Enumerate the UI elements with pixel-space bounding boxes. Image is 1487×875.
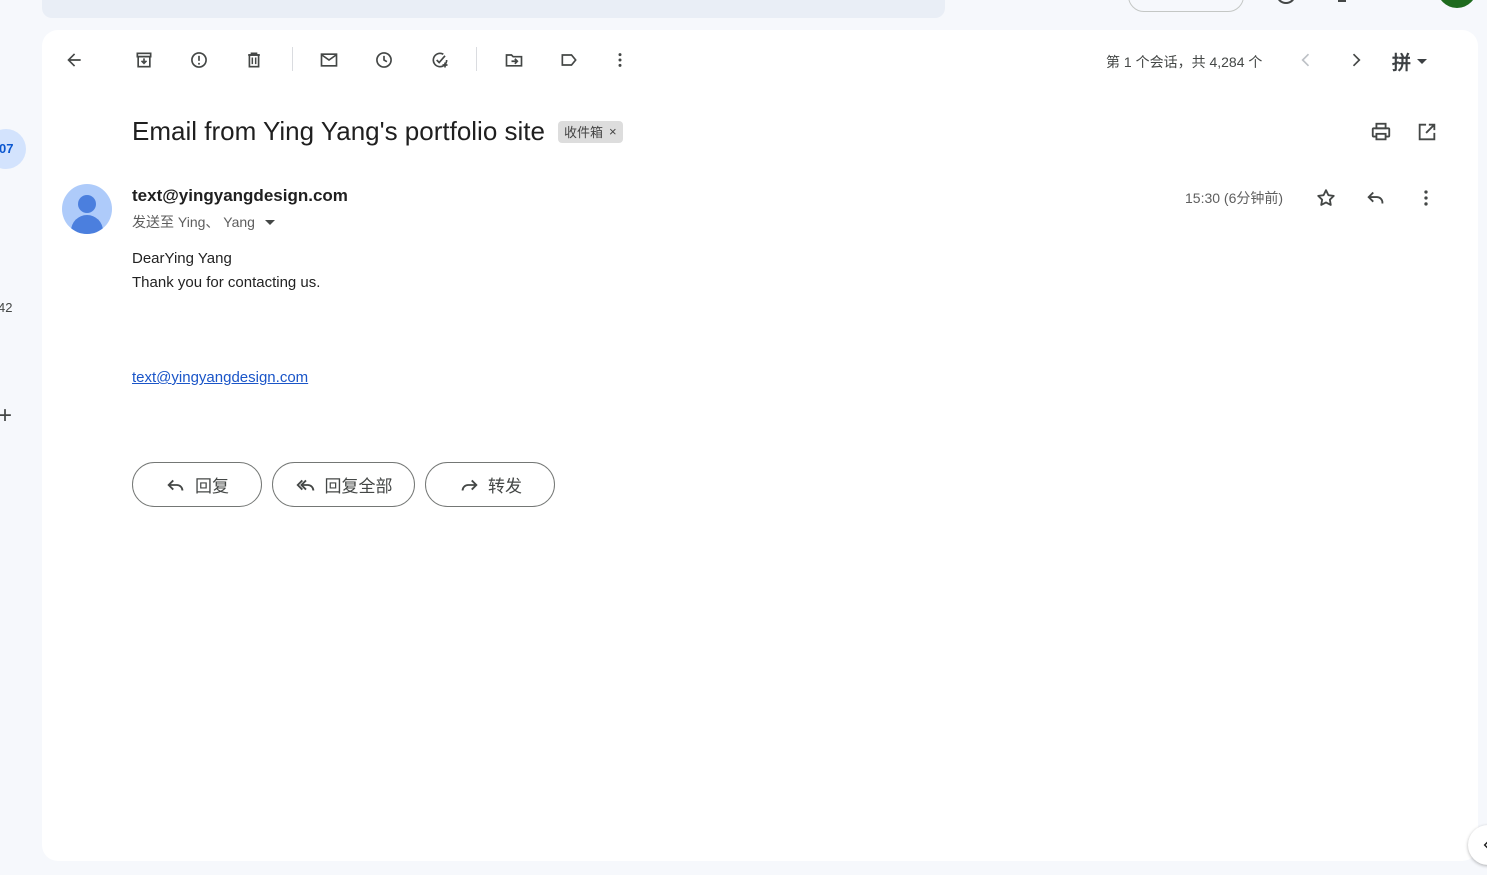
left-rail: 07 42 + (0, 0, 40, 875)
more-button[interactable] (600, 44, 640, 76)
message-more-button[interactable] (1412, 184, 1440, 212)
back-arrow-icon (67, 53, 81, 67)
archive-button[interactable] (124, 44, 164, 76)
more-vert-icon (1424, 190, 1428, 206)
star-button[interactable] (1312, 184, 1340, 212)
report-spam-icon (191, 52, 207, 68)
snooze-button[interactable] (364, 44, 404, 76)
avatar-head (78, 195, 96, 213)
search-bar[interactable] (42, 0, 945, 18)
rail-count: 42 (0, 300, 13, 315)
back-button[interactable] (54, 44, 94, 76)
move-to-folder-icon (505, 54, 523, 67)
add-task-button[interactable] (420, 44, 460, 76)
mark-unread-button[interactable] (309, 44, 349, 76)
forward-button[interactable]: 转发 (425, 462, 555, 507)
chevron-left-icon (1301, 53, 1310, 67)
sender-avatar[interactable] (62, 184, 112, 234)
message-panel: 第 1 个会话，共 4,284 个 拼 Email from Ying Yang… (42, 30, 1478, 861)
forward-icon (461, 479, 478, 491)
reply-all-label: 回复全部 (324, 477, 393, 496)
recipients-text: 发送至 Ying、 Yang (132, 214, 255, 230)
chevron-left-icon (1483, 841, 1487, 849)
report-spam-button[interactable] (179, 44, 219, 76)
reply-button[interactable] (1362, 184, 1390, 212)
trash-icon (248, 52, 260, 68)
older-button[interactable] (1336, 44, 1376, 76)
email-link[interactable]: text@yingyangdesign.com (132, 369, 308, 386)
message-body: DearYing Yang Thank you for contacting u… (132, 247, 320, 295)
chevron-right-icon (1352, 53, 1361, 67)
reply-icon (167, 479, 184, 491)
status-chip[interactable] (1128, 0, 1244, 12)
print-icon (1371, 122, 1391, 141)
labels-button[interactable] (549, 44, 589, 76)
message-toolbar: 第 1 个会话，共 4,284 个 拼 (42, 30, 1478, 88)
subject-line: Email from Ying Yang's portfolio site 收件… (132, 116, 623, 147)
forward-label: 转发 (488, 477, 522, 496)
label-text: 收件箱 (563, 125, 603, 140)
page-title: Email from Ying Yang's portfolio site (132, 116, 545, 146)
open-new-window-button[interactable] (1415, 120, 1439, 144)
ime-label: 拼 (1392, 53, 1412, 74)
pagination-text: 第 1 个会话，共 4,284 个 (1106, 54, 1263, 70)
clock-icon (376, 52, 392, 68)
reply-all-button[interactable]: 回复全部 (272, 462, 415, 507)
remove-label-icon[interactable]: × (609, 124, 617, 139)
body-line: DearYing Yang (132, 250, 232, 267)
inbox-label-chip[interactable]: 收件箱 × (557, 120, 623, 143)
chevron-down-icon[interactable] (264, 219, 275, 225)
help-icon[interactable] (1276, 0, 1296, 4)
add-label-icon[interactable]: + (0, 404, 12, 428)
open-in-new-icon (1418, 123, 1436, 141)
avatar-body (71, 215, 103, 234)
recipients-line: 发送至 Ying、 Yang (132, 212, 275, 232)
reply-actions: 回复 回复全部 转发 (132, 462, 555, 507)
mail-icon (320, 53, 338, 67)
print-button[interactable] (1369, 120, 1393, 144)
toolbar-divider (476, 47, 477, 71)
rail-unread-badge[interactable]: 07 (0, 129, 26, 169)
reply-all-icon (295, 479, 314, 491)
add-task-icon (432, 52, 448, 68)
reply-bottom-button[interactable]: 回复 (132, 462, 262, 507)
delete-button[interactable] (234, 44, 274, 76)
newer-button[interactable] (1286, 44, 1326, 76)
reply-label: 回复 (195, 477, 229, 496)
archive-icon (136, 52, 152, 68)
reply-icon (1367, 191, 1384, 204)
move-to-button[interactable] (494, 44, 534, 76)
star-icon (1317, 189, 1335, 206)
chevron-down-icon (1417, 59, 1428, 64)
body-line: Thank you for contacting us. (132, 274, 321, 291)
label-icon (561, 54, 577, 66)
account-avatar[interactable] (1437, 0, 1477, 8)
settings-icon[interactable] (1338, 0, 1346, 2)
message-time: 15:30 (6分钟前) (1185, 190, 1284, 206)
more-vert-icon (618, 53, 622, 67)
sender-email[interactable]: text@yingyangdesign.com (132, 186, 348, 206)
input-tools-button[interactable]: 拼 (1392, 48, 1428, 75)
toolbar-divider (292, 47, 293, 71)
